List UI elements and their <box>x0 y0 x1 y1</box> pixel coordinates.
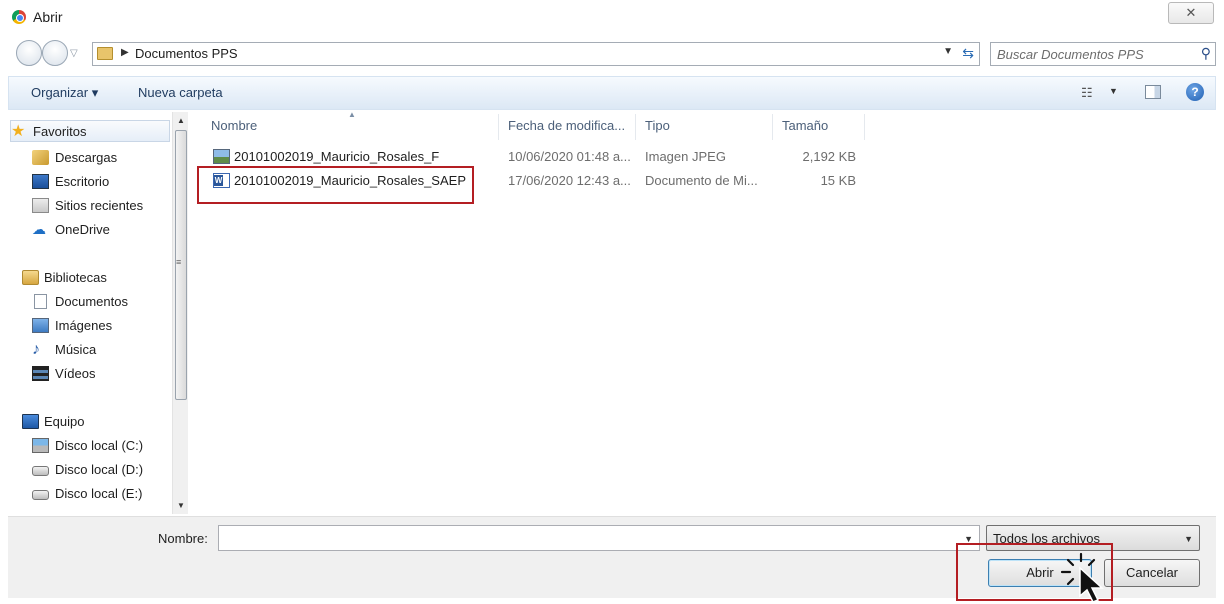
sidebar-item-label: Vídeos <box>55 365 96 381</box>
new-folder-button[interactable]: Nueva carpeta <box>138 85 223 100</box>
file-size: 15 KB <box>820 173 856 188</box>
sidebar-item-disco-d[interactable]: Disco local (D:) <box>32 458 143 480</box>
command-toolbar: Organizar ▾ Nueva carpeta ☷ ▼ ? <box>8 76 1216 110</box>
sidebar-item-label: Escritorio <box>55 173 110 189</box>
sidebar-item-label: OneDrive <box>55 221 110 237</box>
sidebar-item-disco-e[interactable]: Disco local (E:) <box>32 482 142 504</box>
cloud-icon: ☁ <box>32 220 46 237</box>
view-options-icon[interactable]: ☷ <box>1081 85 1093 101</box>
search-input[interactable] <box>997 45 1177 63</box>
breadcrumb[interactable]: Documentos PPS <box>135 46 238 61</box>
close-button[interactable]: ✕ <box>1168 2 1214 24</box>
file-row[interactable]: 20101002019_Mauricio_Rosales_F 10/06/202… <box>204 146 864 168</box>
drive-icon <box>32 465 49 476</box>
drive-icon <box>32 489 49 500</box>
address-bar[interactable]: ▶ Documentos PPS ▼ ⇆ <box>92 42 980 66</box>
sidebar-item-label: Sitios recientes <box>55 197 144 213</box>
music-icon: ♪ <box>32 340 40 358</box>
sidebar-item-label: Descargas <box>55 149 118 165</box>
scroll-down-icon[interactable]: ▼ <box>177 501 185 510</box>
computer-icon <box>22 413 39 429</box>
sidebar-item-label: Disco local (E:) <box>55 485 143 501</box>
recent-places-icon <box>32 197 49 213</box>
file-highlight-annotation <box>197 166 474 204</box>
open-file-dialog: Abrir ✕ ▽ ▶ Documentos PPS ▼ ⇆ ⚲ Organiz… <box>0 0 1224 604</box>
file-date: 17/06/2020 12:43 a... <box>508 173 631 188</box>
downloads-folder-icon <box>32 149 49 165</box>
cancel-button[interactable]: Cancelar <box>1104 559 1200 587</box>
navigation-pane: ★ Favoritos Descargas Escritorio Sitios … <box>10 112 188 514</box>
open-button-highlight-annotation <box>956 543 1113 601</box>
sidebar-item-label: Disco local (C:) <box>55 437 144 453</box>
column-header-name[interactable]: Nombre <box>211 118 257 133</box>
video-icon <box>32 365 49 381</box>
column-header-type[interactable]: Tipo <box>645 118 670 133</box>
sidebar-item-label: Imágenes <box>55 317 113 333</box>
sidebar-item-onedrive[interactable]: ☁ OneDrive <box>32 218 110 240</box>
sidebar-item-videos[interactable]: Vídeos <box>32 362 95 384</box>
file-type: Documento de Mi... <box>645 173 758 188</box>
sidebar-group-label: Bibliotecas <box>44 269 107 285</box>
sidebar-item-documentos[interactable]: Documentos <box>32 290 128 312</box>
sidebar-group-favorites[interactable]: ★ Favoritos <box>10 120 170 142</box>
sidebar-item-label: Música <box>55 341 97 357</box>
chrome-icon <box>12 10 26 24</box>
filename-input[interactable] <box>223 529 943 547</box>
back-button[interactable] <box>16 40 42 66</box>
sidebar-item-disco-c[interactable]: Disco local (C:) <box>32 434 143 456</box>
column-divider[interactable] <box>772 114 773 140</box>
system-drive-icon <box>32 437 49 453</box>
address-dropdown-icon[interactable]: ▼ <box>943 46 953 57</box>
sort-ascending-icon: ▲ <box>348 110 356 119</box>
column-divider[interactable] <box>498 114 499 140</box>
sidebar-item-label: Disco local (D:) <box>55 461 144 477</box>
sidebar-group-label: Favoritos <box>33 123 87 139</box>
search-box[interactable]: ⚲ <box>990 42 1216 66</box>
star-icon: ★ <box>11 122 26 140</box>
organize-button[interactable]: Organizar ▾ <box>31 85 98 101</box>
sidebar-item-label: Documentos <box>55 293 128 309</box>
navigation-scrollbar[interactable]: ▲ ≡ ▼ <box>172 112 188 514</box>
chevron-down-icon[interactable]: ▼ <box>1184 534 1193 544</box>
sidebar-item-musica[interactable]: ♪ Música <box>32 338 96 360</box>
desktop-icon <box>32 173 49 189</box>
sidebar-item-descargas[interactable]: Descargas <box>32 146 117 168</box>
title-bar: Abrir ✕ <box>0 0 1224 34</box>
column-divider[interactable] <box>635 114 636 140</box>
forward-button[interactable] <box>42 40 68 66</box>
view-dropdown-icon[interactable]: ▼ <box>1109 86 1118 96</box>
breadcrumb-arrow-icon[interactable]: ▶ <box>121 47 129 58</box>
file-name: 20101002019_Mauricio_Rosales_F <box>234 149 440 164</box>
sidebar-item-escritorio[interactable]: Escritorio <box>32 170 109 192</box>
document-icon <box>34 293 47 309</box>
sidebar-item-imagenes[interactable]: Imágenes <box>32 314 112 336</box>
libraries-icon <box>22 269 39 285</box>
column-header-size[interactable]: Tamaño <box>782 118 828 133</box>
file-date: 10/06/2020 01:48 a... <box>508 149 631 164</box>
search-icon[interactable]: ⚲ <box>1201 45 1211 62</box>
recent-locations-dropdown-icon[interactable]: ▽ <box>70 48 78 59</box>
filename-label: Nombre: <box>158 531 208 546</box>
help-icon[interactable]: ? <box>1186 83 1204 101</box>
scroll-up-icon[interactable]: ▲ <box>177 116 185 125</box>
image-file-icon <box>213 149 230 164</box>
window-title: Abrir <box>33 9 63 25</box>
address-row: ▽ ▶ Documentos PPS ▼ ⇆ ⚲ <box>0 36 1224 72</box>
preview-pane-icon[interactable] <box>1145 85 1161 99</box>
refresh-icon[interactable]: ⇆ <box>962 45 974 62</box>
sidebar-item-sitios-recientes[interactable]: Sitios recientes <box>32 194 143 216</box>
column-header-date[interactable]: Fecha de modifica... <box>508 118 625 133</box>
sidebar-group-label: Equipo <box>44 413 85 429</box>
filename-combobox[interactable]: ▼ <box>218 525 980 551</box>
sidebar-group-equipo[interactable]: Equipo <box>22 410 84 432</box>
file-type: Imagen JPEG <box>645 149 726 164</box>
scrollbar-grip-icon: ≡ <box>176 257 182 267</box>
file-size: 2,192 KB <box>802 149 857 164</box>
sidebar-group-bibliotecas[interactable]: Bibliotecas <box>22 266 107 288</box>
pictures-icon <box>32 317 49 333</box>
column-divider[interactable] <box>864 114 865 140</box>
folder-icon <box>97 47 113 60</box>
